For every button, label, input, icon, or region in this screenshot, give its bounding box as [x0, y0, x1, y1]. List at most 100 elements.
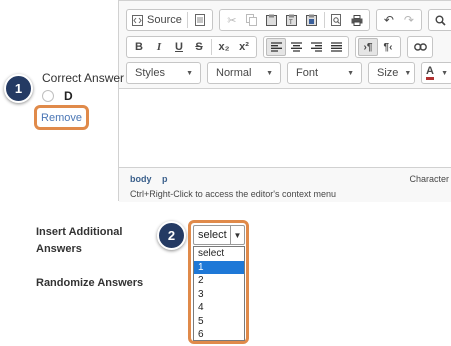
align-center-button[interactable] [286, 38, 306, 56]
correct-answer-label: Correct Answer [42, 71, 125, 85]
document-icon [194, 14, 205, 26]
option-4[interactable]: 4 [194, 301, 244, 315]
align-center-icon [290, 42, 302, 52]
history-group: ↶ ↷ [375, 9, 422, 31]
option-letter: D [64, 89, 73, 103]
editor-content-area[interactable] [119, 89, 451, 167]
path-body[interactable]: body [130, 174, 152, 184]
size-label: Size [377, 67, 399, 79]
bold-button[interactable]: B [129, 38, 149, 56]
text-color-button[interactable]: A ▼ [421, 62, 451, 84]
source-label: Source [147, 14, 182, 26]
redo-button[interactable]: ↷ [399, 11, 419, 29]
select-value: select [198, 229, 227, 241]
rtl-icon: ¶‹ [383, 41, 393, 53]
paste-text-icon: T [286, 14, 298, 26]
copy-button[interactable] [242, 11, 262, 29]
preview-icon [331, 14, 342, 26]
print-button[interactable] [347, 11, 367, 29]
rich-text-editor: Source ✂ T ↶ ↷ B I U S x₂ x² ›¶ ¶‹ Style… [118, 0, 451, 202]
copy-icon [246, 14, 258, 26]
ltr-button[interactable]: ›¶ [358, 38, 378, 56]
toolbar-row-1: Source ✂ T ↶ ↷ [126, 9, 451, 31]
additional-answers-select[interactable]: select ▼ [193, 225, 245, 245]
editor-toolbar: Source ✂ T ↶ ↷ B I U S x₂ x² ›¶ ¶‹ Style… [119, 1, 451, 89]
toolbar-divider [323, 12, 325, 28]
clipboard-group: ✂ T [218, 9, 370, 31]
insert-additional-answers-label: Insert Additional Answers [36, 226, 123, 255]
find-button[interactable] [431, 11, 451, 29]
option-1[interactable]: 1 [194, 260, 244, 274]
randomize-answers-label: Randomize Answers [36, 277, 144, 289]
toolbar-divider [211, 39, 212, 55]
align-right-icon [310, 42, 322, 52]
rtl-button[interactable]: ¶‹ [378, 38, 398, 56]
styles-dropdown[interactable]: Styles ▼ [126, 62, 201, 84]
source-button[interactable]: Source [129, 11, 185, 29]
paste-word-icon [306, 14, 318, 26]
link-group [407, 36, 433, 58]
superscript-button[interactable]: x² [234, 38, 254, 56]
character-count: Character [409, 174, 449, 184]
option-select[interactable]: select [194, 247, 244, 261]
undo-button[interactable]: ↶ [379, 11, 399, 29]
paste-button[interactable] [262, 11, 282, 29]
step-1-badge: 1 [4, 74, 33, 103]
cut-button[interactable]: ✂ [222, 11, 242, 29]
text-color-icon: A [426, 66, 434, 80]
chevron-down-icon: ▼ [441, 69, 448, 77]
align-right-button[interactable] [306, 38, 326, 56]
paste-text-button[interactable]: T [282, 11, 302, 29]
link-button[interactable] [410, 38, 430, 56]
remove-link[interactable]: Remove [41, 112, 82, 124]
svg-text:T: T [289, 20, 293, 26]
source-group: Source [126, 9, 213, 31]
toolbar-divider [186, 12, 188, 28]
path-p[interactable]: p [162, 174, 168, 184]
document-button[interactable] [190, 11, 210, 29]
strikethrough-button[interactable]: S [189, 38, 209, 56]
element-path: body p [130, 174, 176, 184]
toolbar-row-2: B I U S x₂ x² ›¶ ¶‹ [126, 36, 439, 58]
editor-status-bar: body p Character Ctrl+Right-Click to acc… [119, 167, 451, 202]
size-dropdown[interactable]: Size ▼ [368, 62, 415, 84]
chevron-down-icon: ▼ [266, 69, 273, 77]
print-icon [351, 14, 363, 26]
italic-button[interactable]: I [149, 38, 169, 56]
option-5[interactable]: 5 [194, 315, 244, 329]
option-6[interactable]: 6 [194, 328, 244, 342]
find-group [427, 9, 451, 31]
subscript-button[interactable]: x₂ [214, 38, 234, 56]
option-2[interactable]: 2 [194, 274, 244, 288]
context-menu-hint: Ctrl+Right-Click to access the editor's … [130, 189, 337, 199]
justify-button[interactable] [326, 38, 346, 56]
additional-answers-options: select 1 2 3 4 5 6 [193, 246, 245, 341]
align-left-icon [270, 42, 282, 52]
justify-icon [330, 42, 342, 52]
find-icon [435, 15, 446, 26]
undo-icon: ↶ [383, 13, 394, 27]
paste-word-button[interactable] [302, 11, 322, 29]
direction-group: ›¶ ¶‹ [355, 36, 401, 58]
alignment-group [263, 36, 349, 58]
option-3[interactable]: 3 [194, 288, 244, 302]
format-dropdown[interactable]: Normal ▼ [207, 62, 281, 84]
font-label: Font [296, 67, 319, 79]
correct-answer-radio[interactable] [42, 90, 54, 102]
chevron-down-icon: ▼ [347, 69, 354, 77]
chevron-down-icon: ▼ [230, 226, 244, 244]
toolbar-row-3: Styles ▼ Normal ▼ Font ▼ Size ▼ A ▼ [126, 62, 451, 84]
ltr-icon: ›¶ [363, 41, 373, 53]
source-icon [132, 14, 143, 26]
basic-styles-group: B I U S x₂ x² [126, 36, 257, 58]
preview-button[interactable] [327, 11, 347, 29]
format-label: Normal [216, 67, 252, 79]
align-left-button[interactable] [266, 38, 286, 56]
underline-button[interactable]: U [169, 38, 189, 56]
link-icon [413, 43, 427, 51]
cut-icon: ✂ [227, 14, 237, 27]
redo-icon: ↷ [403, 13, 414, 27]
chevron-down-icon: ▼ [186, 69, 193, 77]
paste-icon [266, 14, 278, 26]
font-dropdown[interactable]: Font ▼ [287, 62, 362, 84]
